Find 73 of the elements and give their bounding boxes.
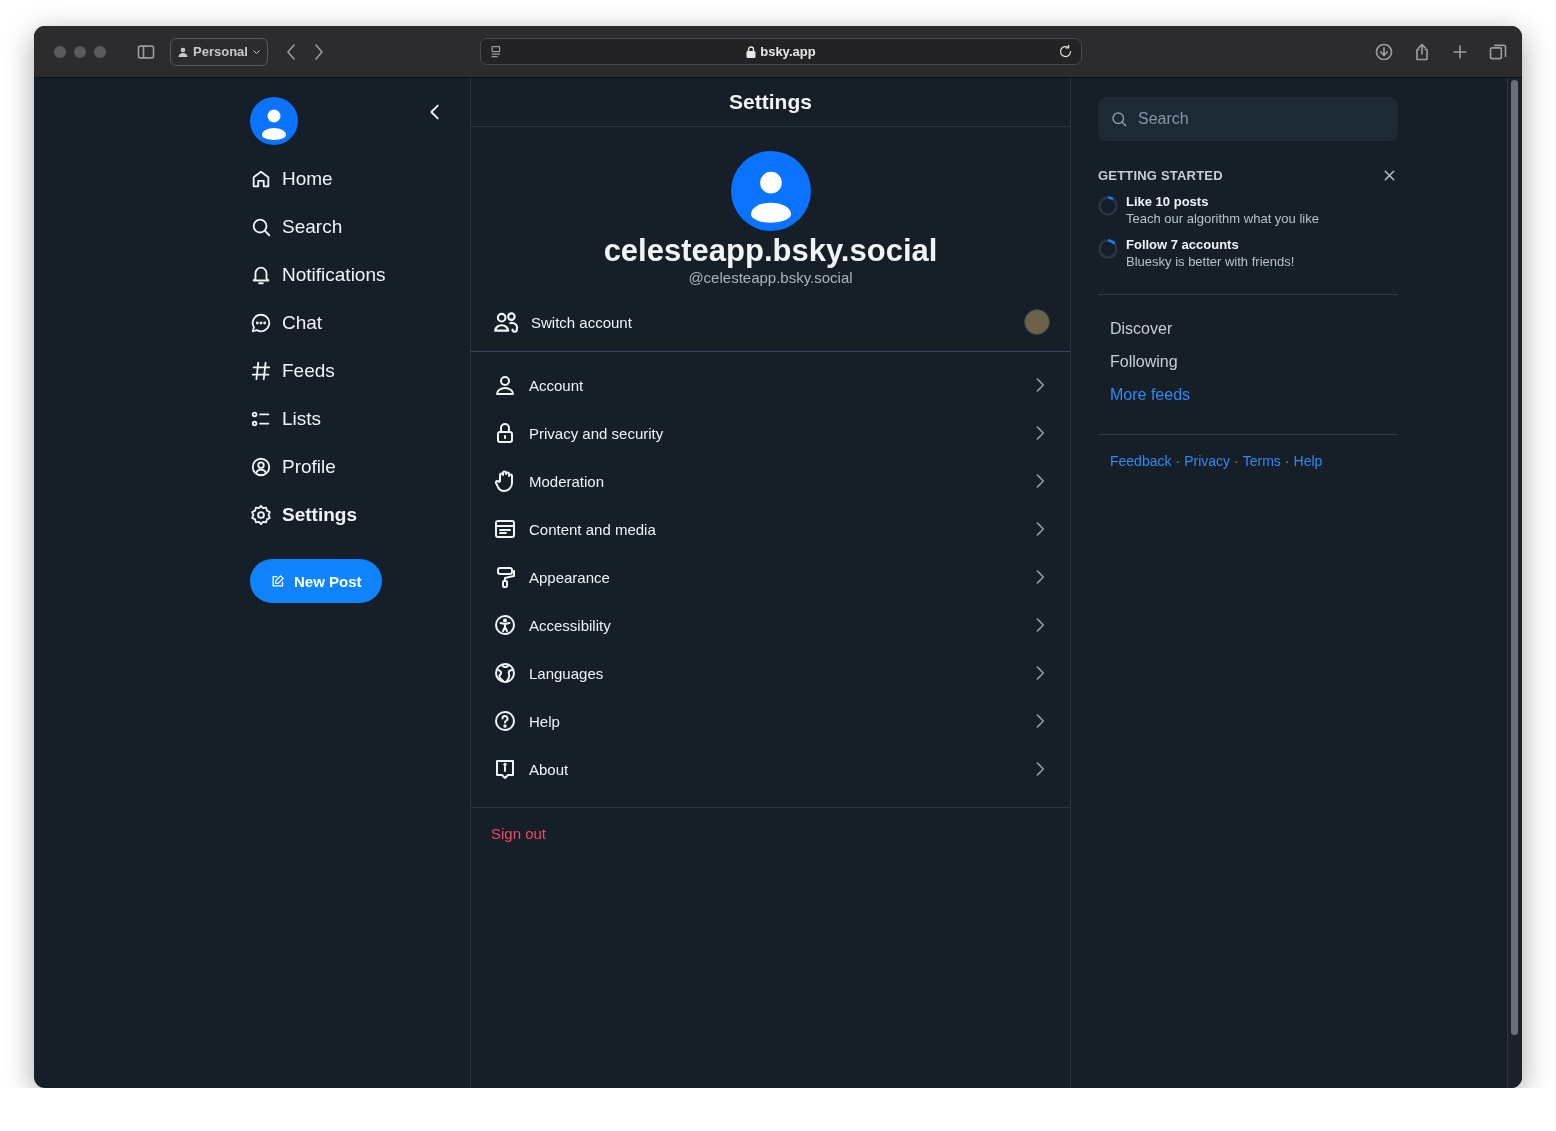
footer-link[interactable]: Help [1293,453,1323,469]
settings-row[interactable]: Account [471,361,1070,409]
profile-button[interactable]: Personal [170,37,268,66]
nav-link[interactable]: Notifications [250,251,386,299]
settings-row[interactable]: Appearance [471,553,1070,601]
settings-row[interactable]: About [471,745,1070,793]
settings-row[interactable]: Accessibility [471,601,1070,649]
reload-icon [1057,44,1073,59]
nav-link[interactable]: Home [250,155,333,203]
footer-link[interactable]: Privacy [1184,453,1231,469]
settings-row[interactable]: Languages [471,649,1070,697]
close-window-button[interactable] [54,45,66,58]
window-icon [493,517,517,541]
nav-link[interactable]: Lists [250,395,322,443]
search-icon [250,216,272,238]
feed-link[interactable]: Discover [1110,320,1173,337]
edit-icon [270,573,285,589]
separator-dot: · [1234,453,1239,469]
settings-icon [250,504,272,526]
chevron-down-icon [252,49,260,54]
minimize-window-button[interactable] [74,45,86,58]
more-feeds-link[interactable]: More feeds [1110,386,1191,403]
settings-row[interactable]: Privacy and security [471,409,1070,457]
progress-ring [1098,239,1118,259]
task-description: Bluesky is better with friends! [1126,253,1295,270]
lock-icon [746,45,757,58]
task-title: Follow 7 accounts [1126,237,1240,253]
new-post-button[interactable]: New Post [250,559,382,603]
section-heading: GETTING STARTED [1098,168,1223,183]
address-bar[interactable]: bsky.app [479,38,1082,65]
info-icon [493,757,517,781]
forward-icon[interactable] [313,43,324,60]
task-description: Teach our algorithm what you like [1126,210,1319,227]
nav-link[interactable]: Profile [250,443,336,491]
separator-dot: · [1175,453,1181,469]
back-icon[interactable] [285,43,296,60]
chat-bubble-icon [250,312,272,334]
nav-link[interactable]: Settings [250,491,357,539]
footer-link[interactable]: Terms [1242,453,1281,469]
person-icon [178,46,188,57]
globe-icon [493,661,517,685]
hashtag-icon [250,360,272,382]
help-icon [493,709,517,733]
settings-row[interactable]: Content and media [471,505,1070,553]
settings-row[interactable]: Moderation [471,457,1070,505]
zoom-window-button[interactable] [94,45,106,58]
bell-icon [250,264,272,286]
search-icon [1110,110,1128,128]
scrollbar[interactable] [1507,78,1522,1088]
settings-row[interactable]: Help [471,697,1070,745]
profile-icon [250,456,272,478]
accessibility-icon [493,613,517,637]
display-name: celesteapp.bsky.social [603,233,938,269]
progress-ring [1098,196,1118,216]
people-icon [493,309,519,335]
search-field[interactable]: Search [1098,97,1398,141]
nav-link[interactable]: Chat [250,299,323,347]
home-icon [250,168,272,190]
url-text: bsky.app [760,44,816,59]
separator-dot: · [1284,453,1290,469]
page-title: Settings [471,78,1070,127]
task-title: Like 10 posts [1126,194,1210,210]
user-avatar [250,97,298,145]
footer-link[interactable]: Feedback [1110,453,1172,469]
user-handle: @celesteapp.bsky.social [688,269,853,287]
feed-link[interactable]: Following [1110,353,1178,370]
nav-link[interactable]: Feeds [250,347,335,395]
sign-out-link[interactable]: Sign out [491,825,547,842]
person-icon [493,373,517,397]
account-avatar [1024,309,1050,335]
nav-link[interactable]: Search [250,203,343,251]
switch-account-row[interactable]: Switch account [471,293,1070,352]
download-icon [1374,41,1394,62]
